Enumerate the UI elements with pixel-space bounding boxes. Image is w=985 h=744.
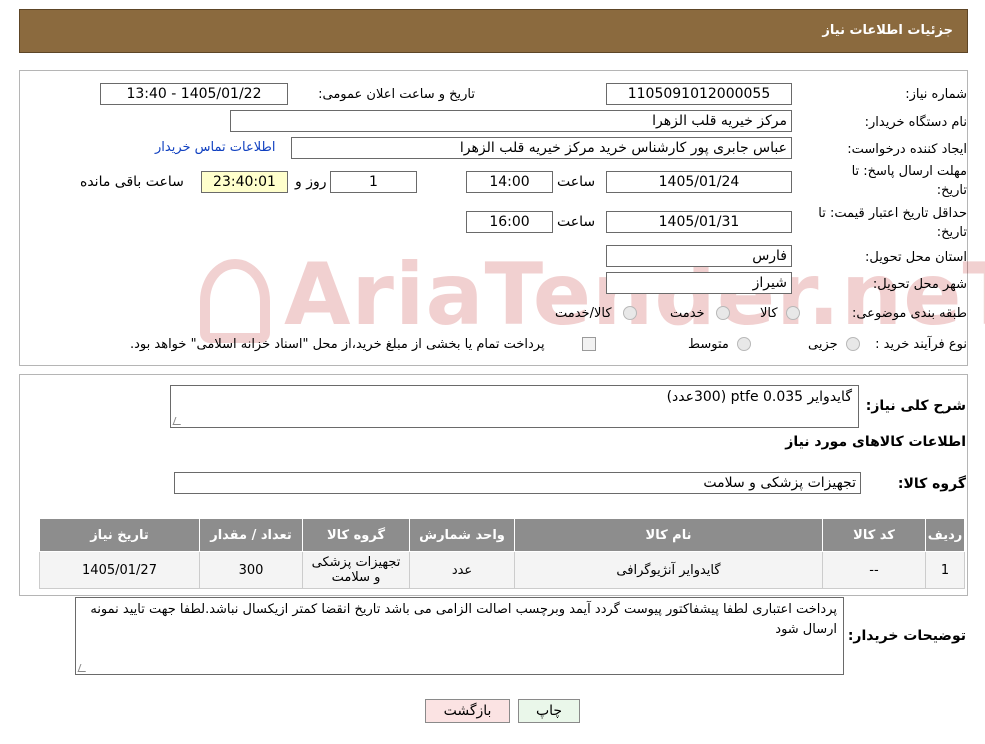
category-radio-goods-service[interactable]	[623, 306, 637, 320]
category-option-goods: کالا	[760, 306, 778, 321]
category-radio-service[interactable]	[716, 306, 730, 320]
announce-date-label: تاریخ و ساعت اعلان عمومی:	[318, 87, 475, 102]
col-unit-header: واحد شمارش	[409, 518, 515, 552]
city-field: شیراز	[606, 272, 792, 294]
cell-row: 1	[925, 551, 965, 589]
buyer-notes-field[interactable]: پرداخت اعتباری لطفا پیشفاکتور پیوست گردد…	[75, 597, 844, 675]
cell-date: 1405/01/27	[39, 551, 200, 589]
page-title: جزئیات اطلاعات نیاز	[822, 23, 953, 38]
creator-label: ایجاد کننده درخواست:	[847, 142, 967, 157]
col-qty-header: تعداد / مقدار	[199, 518, 303, 552]
process-radio-medium[interactable]	[737, 337, 751, 351]
category-option-goods-service: کالا/خدمت	[555, 306, 612, 321]
need-number-field: 1105091012000055	[606, 83, 792, 105]
col-row-header: ردیف	[925, 518, 965, 552]
need-description-label: شرح کلی نیاز:	[865, 398, 966, 414]
remaining-time-label: ساعت باقی مانده	[80, 174, 184, 190]
goods-table-wrap: ردیف کد کالا نام کالا واحد شمارش گروه کا…	[39, 518, 965, 589]
goods-table: ردیف کد کالا نام کالا واحد شمارش گروه کا…	[39, 518, 965, 589]
buyer-contact-link[interactable]: اطلاعات تماس خریدار	[155, 140, 275, 155]
goods-info-title: اطلاعات کالاهای مورد نیاز	[785, 434, 966, 450]
buyer-org-label: نام دستگاه خریدار:	[864, 115, 967, 130]
resize-grip-icon[interactable]	[172, 417, 184, 425]
process-type-label: نوع فرآیند خرید :	[875, 337, 967, 352]
category-radio-goods[interactable]	[786, 306, 800, 320]
days-remaining-field: 1	[330, 171, 417, 193]
days-label: روز و	[295, 174, 327, 190]
cell-qty: 300	[199, 551, 303, 589]
buyer-notes-label: توضیحات خریدار:	[847, 628, 966, 644]
cell-name: گایدوایر آنژیوگرافی	[514, 551, 823, 589]
creator-field: عباس جابری پور کارشناس خرید مرکز خیریه ق…	[291, 137, 792, 159]
need-number-label: شماره نیاز:	[905, 87, 967, 102]
process-note: پرداخت تمام یا بخشی از مبلغ خرید،از محل …	[130, 337, 545, 352]
goods-group-field: تجهیزات پزشکی و سلامت	[174, 472, 861, 494]
validity-label-date: تاریخ:	[936, 225, 967, 240]
deadline-time-label: ساعت	[557, 174, 596, 190]
buyer-notes-text: پرداخت اعتباری لطفا پیشفاکتور پیوست گردد…	[90, 602, 837, 637]
cell-unit: عدد	[409, 551, 515, 589]
category-label: طبقه بندی موضوعی:	[851, 306, 967, 321]
print-button[interactable]: چاپ	[518, 699, 580, 723]
validity-label: حداقل تاریخ اعتبار قیمت: تا	[818, 206, 967, 221]
cell-group: تجهیزات پزشکی و سلامت	[302, 551, 410, 589]
treasury-checkbox[interactable]	[582, 337, 596, 351]
province-label: استان محل تحویل:	[865, 250, 967, 265]
process-option-minor: جزیی	[808, 337, 838, 352]
deadline-label: مهلت ارسال پاسخ: تا	[851, 164, 967, 179]
need-description-field[interactable]: گایدوایر ptfe 0.035 (300عدد)	[170, 385, 859, 428]
need-description-text: گایدوایر ptfe 0.035 (300عدد)	[666, 389, 852, 405]
table-row: 1 -- گایدوایر آنژیوگرافی عدد تجهیزات پزش…	[39, 551, 965, 589]
category-option-service: خدمت	[670, 306, 705, 321]
cell-code: --	[822, 551, 926, 589]
table-header-row: ردیف کد کالا نام کالا واحد شمارش گروه کا…	[39, 518, 965, 552]
col-name-header: نام کالا	[514, 518, 823, 552]
deadline-label-date: تاریخ:	[936, 183, 967, 198]
city-label: شهر محل تحویل:	[872, 277, 967, 292]
goods-group-label: گروه کالا:	[897, 476, 966, 492]
process-option-medium: متوسط	[688, 337, 729, 352]
announce-date-field: 1405/01/22 - 13:40	[100, 83, 288, 105]
validity-time-field: 16:00	[466, 211, 553, 233]
back-button[interactable]: بازگشت	[425, 699, 510, 723]
validity-time-label: ساعت	[557, 214, 596, 230]
process-radio-minor[interactable]	[846, 337, 860, 351]
col-code-header: کد کالا	[822, 518, 926, 552]
page-header: جزئیات اطلاعات نیاز	[19, 9, 968, 53]
col-group-header: گروه کالا	[302, 518, 410, 552]
province-field: فارس	[606, 245, 792, 267]
col-date-header: تاریخ نیاز	[39, 518, 200, 552]
remaining-time-field: 23:40:01	[201, 171, 288, 193]
buyer-org-field: مرکز خیریه قلب الزهرا	[230, 110, 792, 132]
watermark-emblem-icon	[200, 258, 270, 343]
resize-grip-icon[interactable]	[77, 664, 89, 672]
deadline-date-field: 1405/01/24	[606, 171, 792, 193]
validity-date-field: 1405/01/31	[606, 211, 792, 233]
deadline-time-field: 14:00	[466, 171, 553, 193]
